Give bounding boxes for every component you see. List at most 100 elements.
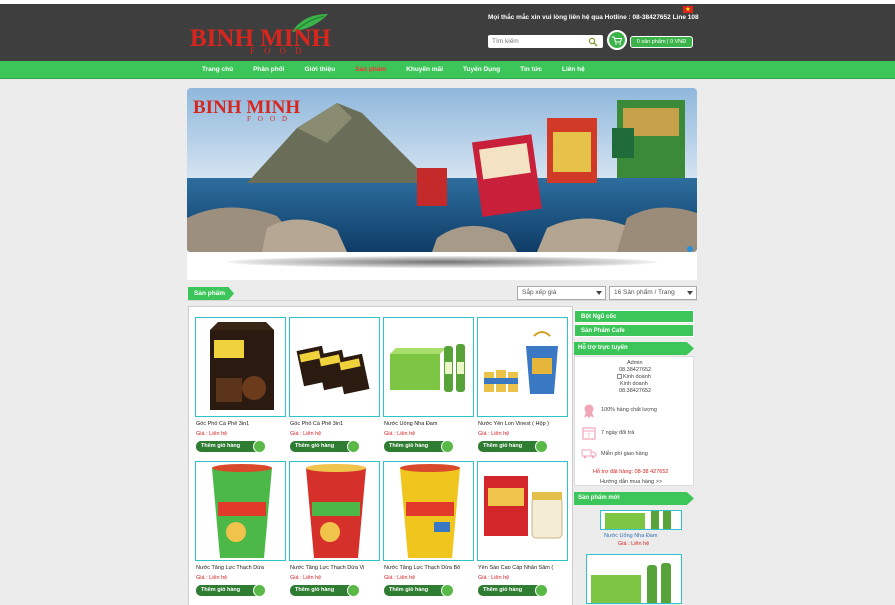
product-grid: Gốc Phố Cà Phê 3in1 Giá : Liên hệ Thêm g… (188, 306, 573, 605)
product-image[interactable] (477, 461, 568, 561)
product-name[interactable]: Nước Yến Lon Vinest ( Hộp ) (478, 421, 568, 427)
banner-shadow (227, 256, 657, 268)
feature-return: 7 ngày đổi trả (601, 430, 635, 436)
new-products-box: Nước Uống Nha Đam Giá : Liên hệ (574, 506, 694, 605)
nav-news[interactable]: Tin tức (510, 61, 552, 79)
search-icon[interactable] (588, 37, 598, 47)
sidebar-item-cereal[interactable]: Bột Ngũ cốc (574, 310, 694, 323)
truck-icon (581, 449, 597, 459)
add-to-cart-label: Thêm giỏ hàng (483, 587, 523, 593)
support-image-alt: Kinh doanh (623, 374, 651, 380)
product-card: Gốc Phố Cà Phê 3in1 Giá : Liên hệ Thêm g… (194, 317, 286, 457)
add-to-cart-label: Thêm giỏ hàng (201, 443, 241, 449)
product-name[interactable]: Gốc Phố Cà Phê 3in1 (196, 421, 286, 427)
product-card: Nước Tăng Lực Thạch Dừa Bổ Giá : Liên hệ… (382, 461, 474, 601)
product-name[interactable]: Nước Uống Nha Đam (384, 421, 474, 427)
sidebar-item-cafe[interactable]: Sản Phẩm Cafe (574, 324, 694, 337)
product-price: Giá : Liên hệ (290, 575, 322, 581)
product-price: Giá : Liên hệ (478, 575, 510, 581)
add-to-cart-label: Thêm giỏ hàng (389, 587, 429, 593)
product-name[interactable]: Nước Tăng Lực Thạch Dừa (196, 565, 286, 571)
feature-shipping: Miễn phí giao hàng (601, 451, 648, 457)
add-to-cart-button[interactable]: Thêm giỏ hàng (384, 584, 454, 597)
add-to-cart-button[interactable]: Thêm giỏ hàng (290, 584, 360, 597)
add-to-cart-label: Thêm giỏ hàng (295, 443, 335, 449)
support-broken-image: Kinh doanh (617, 374, 651, 380)
support-phone-sales[interactable]: 08.38427652 (619, 388, 651, 394)
product-price: Giá : Liên hệ (478, 431, 510, 437)
product-image[interactable] (289, 461, 380, 561)
new-products-title: Sản phẩm mới (574, 492, 694, 505)
new-product-image-2[interactable] (586, 554, 682, 604)
banner-shadow-area (187, 252, 697, 280)
nav-distribution[interactable]: Phân phối (243, 61, 294, 79)
howto-link[interactable]: Hướng dẫn mua hàng >> (600, 479, 662, 485)
product-image[interactable] (195, 461, 286, 561)
add-to-cart-button[interactable]: Thêm giỏ hàng (384, 440, 454, 453)
cart-icon (253, 584, 266, 597)
product-price: Giá : Liên hệ (290, 431, 322, 437)
sort-select[interactable]: Sắp xếp giá (517, 286, 606, 300)
chevron-down-icon (596, 291, 602, 295)
cart-icon (347, 584, 360, 597)
product-image[interactable] (195, 317, 286, 417)
support-phone-admin[interactable]: 08.38427652 (619, 367, 651, 373)
product-card: Gốc Phố Cà Phê 3in1 Giá : Liên hệ Thêm g… (288, 317, 380, 457)
hotline-text: Mọi thắc mắc xin vui lòng liên hệ qua Ho… (488, 14, 699, 21)
search-input[interactable] (488, 36, 588, 47)
hero-banner[interactable]: BINH MINH FOOD (187, 88, 697, 252)
add-to-cart-button[interactable]: Thêm giỏ hàng (196, 584, 266, 597)
product-card: Nước Tăng Lực Thạch Dừa Vị Giá : Liên hệ… (288, 461, 380, 601)
nav-promotions[interactable]: Khuyến mãi (396, 61, 453, 79)
add-to-cart-label: Thêm giỏ hàng (483, 443, 523, 449)
sort-select-value: Sắp xếp giá (522, 289, 557, 296)
product-image[interactable] (383, 317, 474, 417)
nav-products[interactable]: Sản phẩm (345, 61, 396, 79)
add-to-cart-label: Thêm giỏ hàng (295, 587, 335, 593)
nav-contact[interactable]: Liên hệ (552, 61, 595, 79)
per-page-select-value: 16 Sản phẩm / Trang (614, 289, 675, 296)
product-name[interactable]: Nước Tăng Lực Thạch Dừa Vị (290, 565, 380, 571)
product-name[interactable]: Nước Tăng Lực Thạch Dừa Bổ (384, 565, 474, 571)
support-title: Hỗ trợ trực tuyến (574, 342, 694, 355)
cart-icon[interactable] (607, 30, 627, 50)
site-logo[interactable]: BINH MINH FOOD (190, 12, 340, 58)
add-to-cart-label: Thêm giỏ hàng (201, 587, 241, 593)
banner-logo-sub: FOOD (247, 115, 295, 123)
nav-home[interactable]: Trang chủ (192, 61, 243, 79)
cart-icon (441, 440, 454, 453)
add-to-cart-button[interactable]: Thêm giỏ hàng (478, 584, 548, 597)
logo-subtext: FOOD (250, 46, 311, 56)
add-to-cart-button[interactable]: Thêm giỏ hàng (478, 440, 548, 453)
section-divider (188, 300, 698, 301)
product-card: Nước Tăng Lực Thạch Dừa Giá : Liên hệ Th… (194, 461, 286, 601)
nav-careers[interactable]: Tuyển Dụng (453, 61, 510, 79)
product-image[interactable] (383, 461, 474, 561)
nav-about[interactable]: Giới thiệu (294, 61, 345, 79)
banner-dot-indicator[interactable] (687, 246, 693, 252)
product-image[interactable] (477, 317, 568, 417)
product-price: Giá : Liên hệ (384, 575, 416, 581)
product-name[interactable]: Gốc Phố Cà Phê 3in1 (290, 421, 380, 427)
cart-icon (535, 440, 548, 453)
support-box: Admin 08.38427652 Kinh doanh Kinh doanh … (574, 356, 694, 486)
calendar-icon: 7 (582, 427, 596, 440)
product-name[interactable]: Yến Sào Cao Cấp Nhân Sâm ( (478, 565, 568, 571)
header-bar (0, 0, 895, 62)
vietnam-flag-icon[interactable]: ★ (683, 6, 693, 13)
cart-icon (253, 440, 266, 453)
order-support-hotline[interactable]: Hỗ trợ đặt hàng: 08-38 427652 (593, 469, 668, 475)
add-to-cart-label: Thêm giỏ hàng (389, 443, 429, 449)
add-to-cart-button[interactable]: Thêm giỏ hàng (196, 440, 266, 453)
per-page-select[interactable]: 16 Sản phẩm / Trang (609, 286, 697, 300)
product-card: Nước Yến Lon Vinest ( Hộp ) Giá : Liên h… (476, 317, 568, 457)
top-border (0, 0, 895, 4)
cart-icon (441, 584, 454, 597)
cart-summary[interactable]: 0 sản phẩm | 0 VNĐ (630, 36, 693, 48)
new-product-name[interactable]: Nước Uống Nha Đam (604, 533, 657, 539)
add-to-cart-button[interactable]: Thêm giỏ hàng (290, 440, 360, 453)
support-name-admin: Admin (627, 360, 643, 366)
product-image[interactable] (289, 317, 380, 417)
products-section-title: Sản phẩm (188, 287, 234, 300)
new-product-image[interactable] (600, 510, 682, 530)
